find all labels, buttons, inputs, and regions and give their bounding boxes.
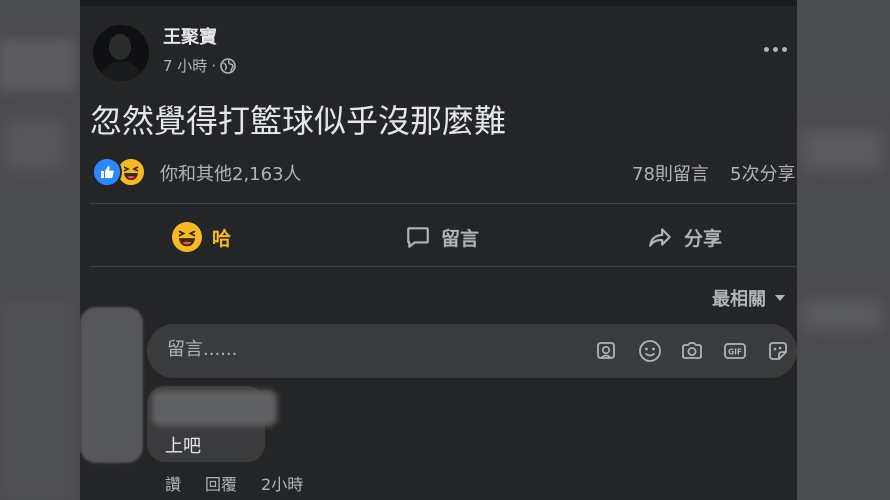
caret-down-icon <box>775 295 785 301</box>
blurred-background-right <box>797 0 890 500</box>
author-name[interactable]: 王聚寶 <box>163 23 217 49</box>
post-text: 忽然覺得打籃球似乎沒那麼難 <box>90 102 507 140</box>
comment-count[interactable]: 78則留言 <box>632 160 709 186</box>
post-meta: 7 小時 · <box>163 55 236 76</box>
reply-actions: 讚 回覆 2小時 <box>165 471 303 495</box>
svg-text:GIF: GIF <box>728 348 742 357</box>
comment-composer[interactable]: GIF <box>147 324 797 378</box>
comment-label: 留言 <box>441 227 480 250</box>
reply-reply-button[interactable]: 回覆 <box>205 471 237 495</box>
comment-button[interactable]: 留言 <box>405 215 479 259</box>
haha-button[interactable]: 哈 <box>172 215 231 259</box>
sticker-icon[interactable] <box>765 338 791 364</box>
post-card: 王聚寶 7 小時 · 忽然覺得打籃球似乎沒那麼難 你和其他2,163人 78則留… <box>80 0 797 500</box>
top-bar <box>80 0 797 6</box>
reply-time[interactable]: 2小時 <box>261 471 303 495</box>
like-reaction-icon <box>92 157 122 187</box>
time-separator: · <box>211 56 217 75</box>
divider-bottom <box>90 266 797 267</box>
current-user-avatar <box>80 307 143 463</box>
sort-label: 最相關 <box>712 289 766 310</box>
reaction-icons[interactable] <box>92 157 146 187</box>
reply-like-button[interactable]: 讚 <box>165 471 181 495</box>
reply-text: 上吧 <box>165 436 201 457</box>
comment-icon <box>407 227 429 248</box>
reaction-count[interactable]: 你和其他2,163人 <box>160 160 302 186</box>
share-count[interactable]: 5次分享 <box>730 160 795 186</box>
globe-icon[interactable] <box>220 57 236 74</box>
share-label: 分享 <box>684 227 723 250</box>
author-avatar[interactable] <box>93 25 149 81</box>
comment-sort-dropdown[interactable]: 最相關 <box>712 285 786 311</box>
share-button[interactable]: 分享 <box>646 215 722 259</box>
blurred-background-left <box>0 0 80 500</box>
gif-icon[interactable]: GIF <box>722 338 748 364</box>
emoji-icon[interactable] <box>637 338 663 364</box>
haha-icon <box>172 222 202 252</box>
haha-label: 哈 <box>212 227 232 250</box>
post-time[interactable]: 7 小時 <box>163 55 207 76</box>
divider-top <box>90 203 797 204</box>
share-arrow-icon <box>649 228 671 247</box>
avatar-sticker-icon[interactable] <box>593 338 619 364</box>
comment-input[interactable] <box>165 338 549 361</box>
more-options-icon[interactable] <box>764 42 792 56</box>
camera-icon[interactable] <box>679 338 705 364</box>
reply-author-name[interactable] <box>152 390 277 426</box>
